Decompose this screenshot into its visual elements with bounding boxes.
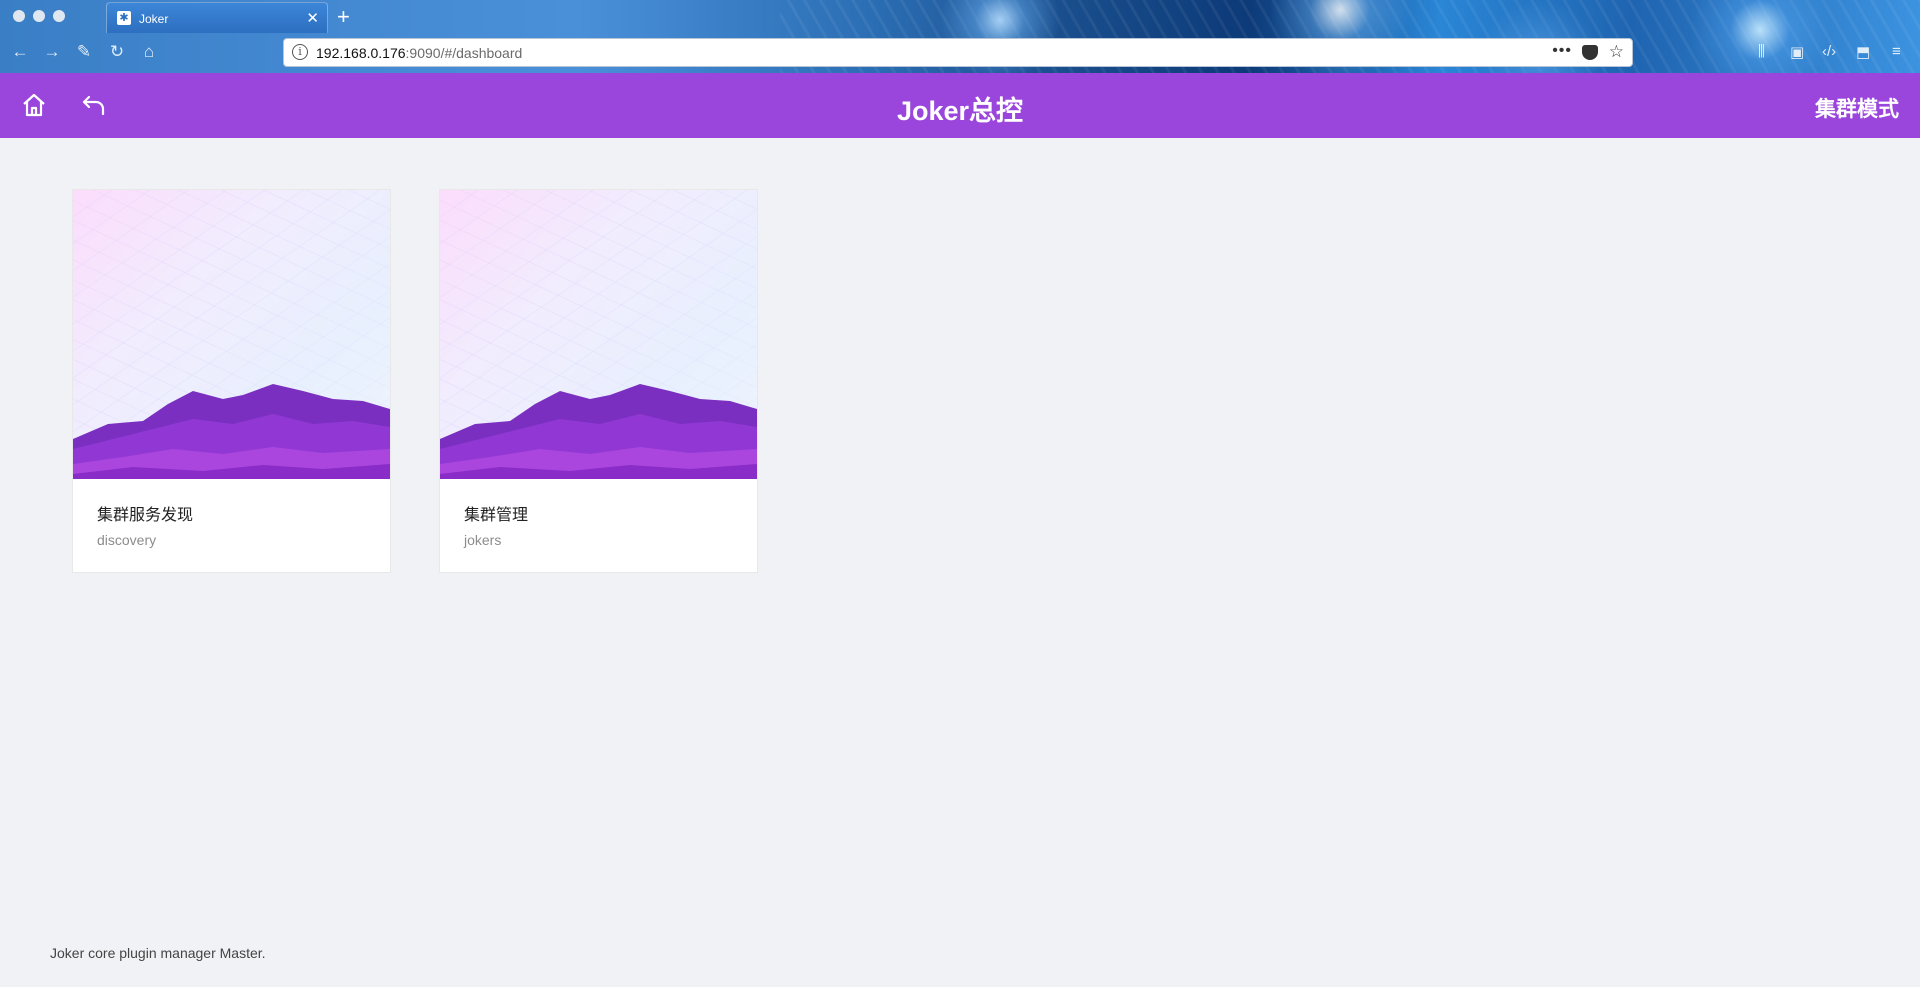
snowflake-icon: ✱: [117, 11, 131, 25]
browser-tab[interactable]: ✱ Joker ✕: [106, 2, 328, 33]
new-tab-icon[interactable]: +: [337, 4, 350, 30]
browser-chrome: ✱ Joker ✕ + ← → ✎ ↻ ⌂ i 192.168.0.176:90…: [0, 0, 1920, 73]
home-icon[interactable]: ⌂: [138, 42, 160, 62]
window-minimize-dot[interactable]: [33, 10, 45, 22]
footer-text: Joker core plugin manager Master.: [50, 945, 266, 961]
address-bar[interactable]: i 192.168.0.176:9090/#/dashboard ••• ☆: [283, 38, 1633, 67]
cluster-mode-label[interactable]: 集群模式: [1815, 93, 1899, 123]
url-text[interactable]: 192.168.0.176:9090/#/dashboard: [316, 45, 522, 61]
extension-icon[interactable]: ⬒: [1856, 43, 1870, 61]
card-title: 集群服务发现: [97, 507, 194, 524]
card-cover-image: [73, 190, 390, 479]
card-description: jokers: [464, 532, 502, 548]
app-header: Joker总控 集群模式: [0, 73, 1920, 138]
reload-icon[interactable]: ↻: [106, 42, 128, 62]
bookmark-star-icon[interactable]: ☆: [1609, 42, 1624, 62]
pocket-icon[interactable]: [1582, 45, 1598, 60]
menu-icon[interactable]: ≡: [1892, 43, 1901, 60]
devtools-icon[interactable]: ‹/›: [1822, 43, 1836, 60]
wrench-icon[interactable]: ✎: [73, 42, 95, 62]
site-info-icon[interactable]: i: [292, 44, 308, 60]
card-cover-image: [440, 190, 757, 479]
card-title: 集群管理: [464, 507, 529, 524]
page-actions-icon[interactable]: •••: [1552, 42, 1572, 60]
sidebar-icon[interactable]: ▣: [1790, 43, 1804, 61]
card-jokers[interactable]: 集群管理 jokers: [439, 189, 758, 573]
back-arrow-icon[interactable]: ←: [9, 42, 31, 62]
window-zoom-dot[interactable]: [53, 10, 65, 22]
tab-close-icon[interactable]: ✕: [306, 9, 319, 27]
card-description: discovery: [97, 532, 157, 548]
card-discovery[interactable]: 集群服务发现 discovery: [72, 189, 391, 573]
library-icon[interactable]: ⫼: [1758, 43, 1765, 60]
tab-title: Joker: [139, 12, 169, 26]
page-title: Joker总控: [896, 96, 1024, 126]
forward-arrow-icon[interactable]: →: [41, 42, 63, 62]
window-close-dot[interactable]: [13, 10, 25, 22]
